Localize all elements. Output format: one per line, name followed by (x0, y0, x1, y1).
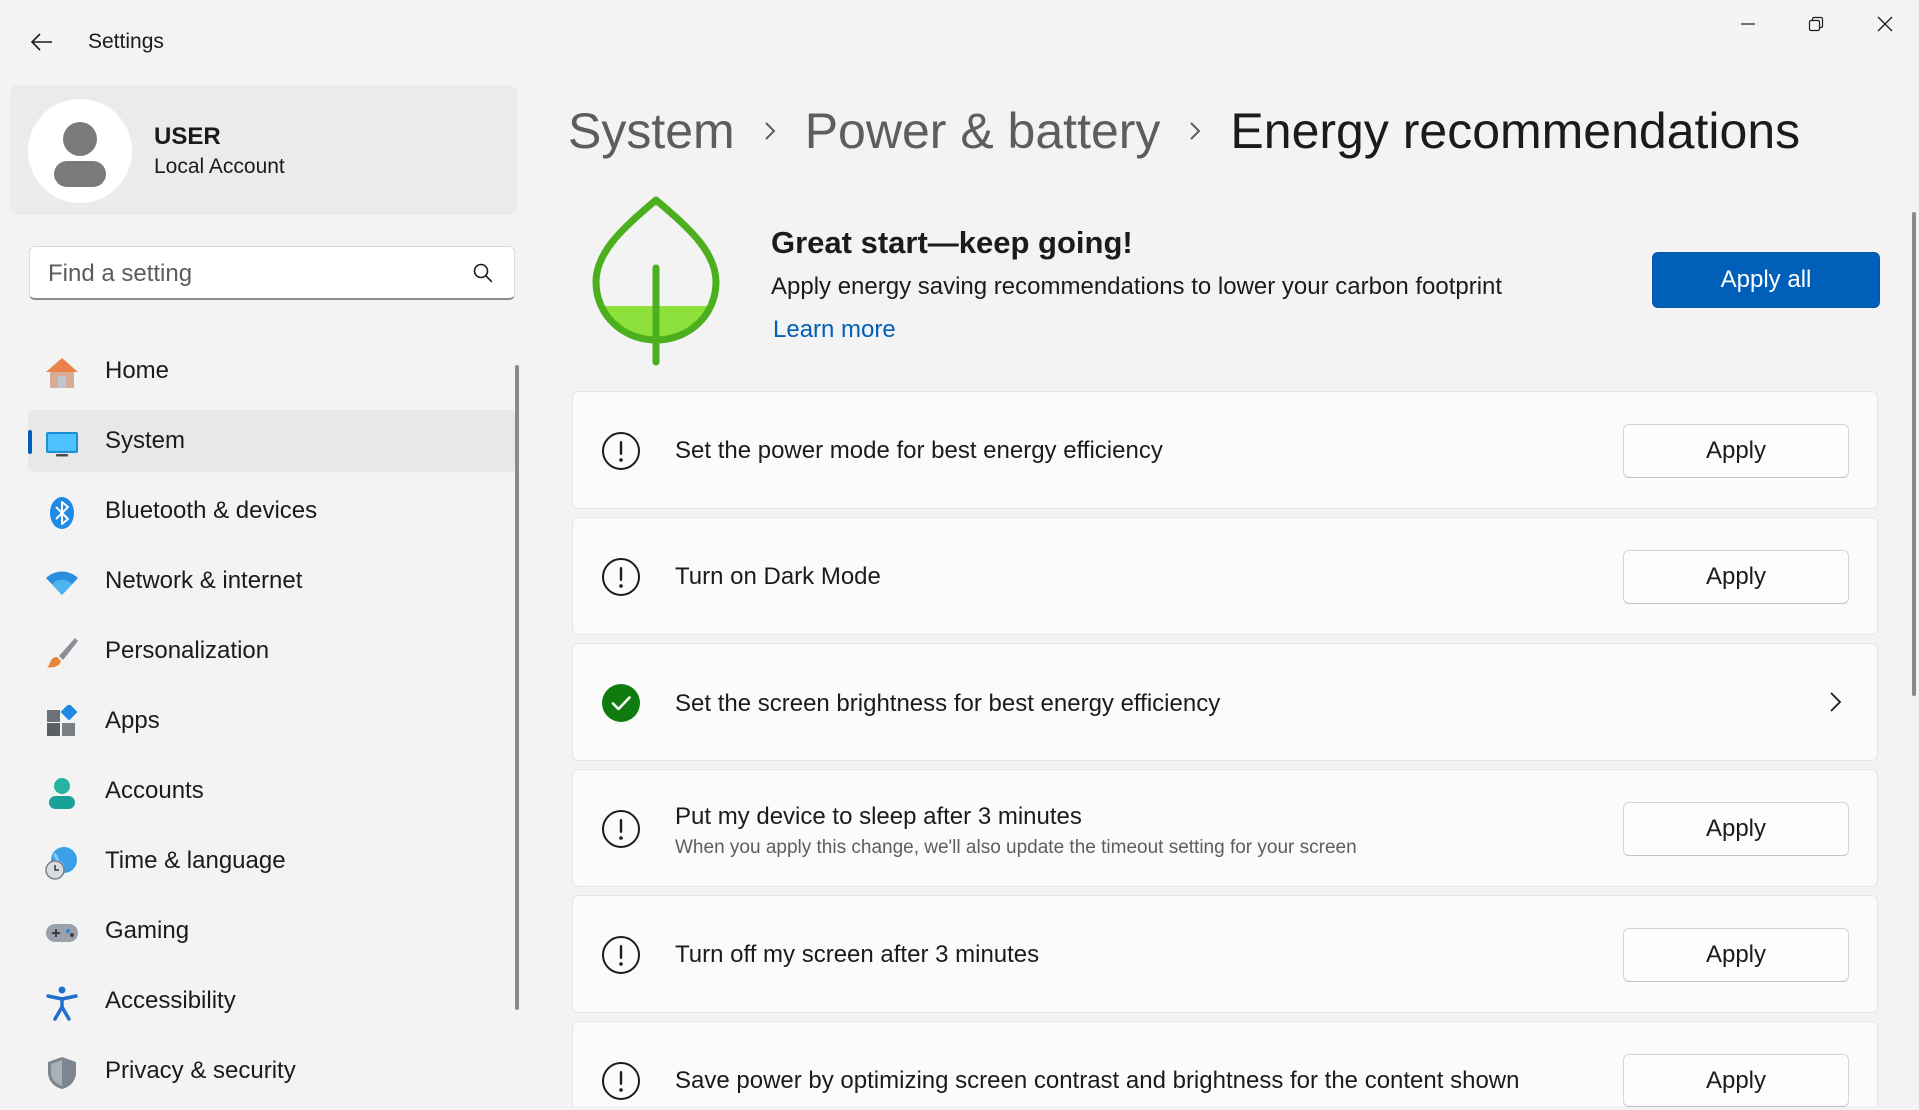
breadcrumb: System Power & battery Energy recommenda… (568, 96, 1800, 166)
recommendation-description: When you apply this change, we'll also u… (675, 837, 1357, 858)
breadcrumb-power-battery[interactable]: Power & battery (805, 102, 1161, 160)
chevron-right-icon (1830, 692, 1842, 712)
user-profile-card[interactable]: USER Local Account (10, 85, 517, 215)
account-type: Local Account (154, 155, 285, 178)
sidebar-item-accessibility[interactable]: Accessibility (28, 970, 516, 1032)
sidebar-item-label: Network & internet (105, 567, 303, 594)
recommendation-card: Save power by optimizing screen contrast… (572, 1021, 1878, 1107)
recommendation-card: Put my device to sleep after 3 minutes W… (572, 769, 1878, 887)
apps-icon (44, 705, 80, 741)
hero-subtitle: Apply energy saving recommendations to l… (771, 273, 1503, 300)
sidebar-item-network[interactable]: Network & internet (28, 550, 516, 612)
learn-more-link[interactable]: Learn more (773, 316, 896, 344)
recommendation-card: Set the power mode for best energy effic… (572, 391, 1878, 509)
apply-button[interactable]: Apply (1623, 424, 1849, 478)
sidebar-item-label: Gaming (105, 917, 190, 944)
restore-button[interactable] (1782, 4, 1850, 44)
title-bar: Settings (0, 0, 1919, 84)
apply-button[interactable]: Apply (1623, 1054, 1849, 1107)
checkmark-circle-icon (602, 684, 640, 722)
alert-circle-icon (602, 1062, 640, 1100)
recommendation-title: Put my device to sleep after 3 minutes (675, 803, 1082, 830)
sidebar-item-apps[interactable]: Apps (28, 690, 516, 752)
search-box[interactable] (29, 246, 515, 300)
recommendation-title: Set the screen brightness for best energ… (675, 690, 1221, 717)
minimize-button[interactable] (1714, 4, 1782, 44)
close-icon (1877, 16, 1893, 32)
breadcrumb-system[interactable]: System (568, 102, 735, 160)
sidebar-item-personalization[interactable]: Personalization (28, 620, 516, 682)
shield-icon (44, 1055, 80, 1091)
recommendation-title: Turn on Dark Mode (675, 563, 881, 590)
recommendation-card[interactable]: Set the screen brightness for best energ… (572, 643, 1878, 761)
hero-title: Great start—keep going! (771, 225, 1133, 260)
main-scrollbar[interactable] (1912, 212, 1916, 696)
system-icon (44, 425, 80, 461)
sidebar-item-label: Home (105, 357, 170, 384)
search-icon[interactable] (472, 262, 494, 284)
back-button[interactable] (22, 22, 62, 62)
restore-icon (1808, 16, 1824, 32)
sidebar-item-label: System (105, 427, 186, 454)
sidebar-item-label: Bluetooth & devices (105, 497, 318, 524)
sidebar-nav: Home System Bluetooth & devices Network … (28, 340, 516, 1110)
page-title: Energy recommendations (1230, 103, 1801, 159)
globe-clock-icon (44, 845, 80, 881)
minimize-icon (1741, 23, 1755, 25)
recommendation-title: Turn off my screen after 3 minutes (675, 941, 1040, 968)
apply-button[interactable]: Apply (1623, 550, 1849, 604)
sidebar-item-time-language[interactable]: Time & language (28, 830, 516, 892)
recommendation-title: Save power by optimizing screen contrast… (675, 1067, 1520, 1094)
user-name: USER (154, 123, 221, 150)
apply-button[interactable]: Apply (1623, 802, 1849, 856)
alert-circle-icon (602, 810, 640, 848)
recommendation-card: Turn off my screen after 3 minutes Apply (572, 895, 1878, 1013)
alert-circle-icon (602, 432, 640, 470)
paintbrush-icon (44, 635, 80, 671)
sidebar-item-home[interactable]: Home (28, 340, 516, 402)
alert-circle-icon (602, 936, 640, 974)
sidebar-item-gaming[interactable]: Gaming (28, 900, 516, 962)
alert-circle-icon (602, 558, 640, 596)
close-button[interactable] (1851, 4, 1919, 44)
home-icon (44, 355, 80, 391)
sidebar-item-accounts[interactable]: Accounts (28, 760, 516, 822)
sidebar-item-label: Apps (105, 707, 160, 734)
sidebar-item-label: Personalization (105, 637, 270, 664)
app-title: Settings (88, 30, 164, 53)
sidebar-item-privacy-security[interactable]: Privacy & security (28, 1040, 516, 1102)
apply-button[interactable]: Apply (1623, 928, 1849, 982)
sidebar-item-bluetooth[interactable]: Bluetooth & devices (28, 480, 516, 542)
sidebar-item-label: Time & language (105, 847, 286, 874)
recommendation-title: Set the power mode for best energy effic… (675, 437, 1163, 464)
sidebar-item-label: Accounts (105, 777, 204, 804)
sidebar-item-label: Privacy & security (105, 1057, 296, 1084)
bluetooth-icon (44, 495, 80, 531)
apply-all-button[interactable]: Apply all (1652, 252, 1880, 308)
sidebar-item-label: Accessibility (105, 987, 236, 1014)
person-icon (54, 122, 106, 187)
chevron-right-icon (1188, 120, 1202, 142)
back-arrow-icon (30, 33, 52, 51)
accounts-icon (44, 775, 80, 811)
gamepad-icon (44, 915, 80, 951)
sidebar-item-system[interactable]: System (28, 410, 516, 472)
avatar (28, 99, 132, 203)
leaf-icon (592, 196, 720, 366)
accessibility-icon (44, 985, 80, 1021)
search-input[interactable] (46, 255, 450, 293)
wifi-icon (44, 565, 80, 601)
sidebar-scrollbar[interactable] (515, 365, 519, 1010)
chevron-right-icon (763, 120, 777, 142)
recommendation-card: Turn on Dark Mode Apply (572, 517, 1878, 635)
